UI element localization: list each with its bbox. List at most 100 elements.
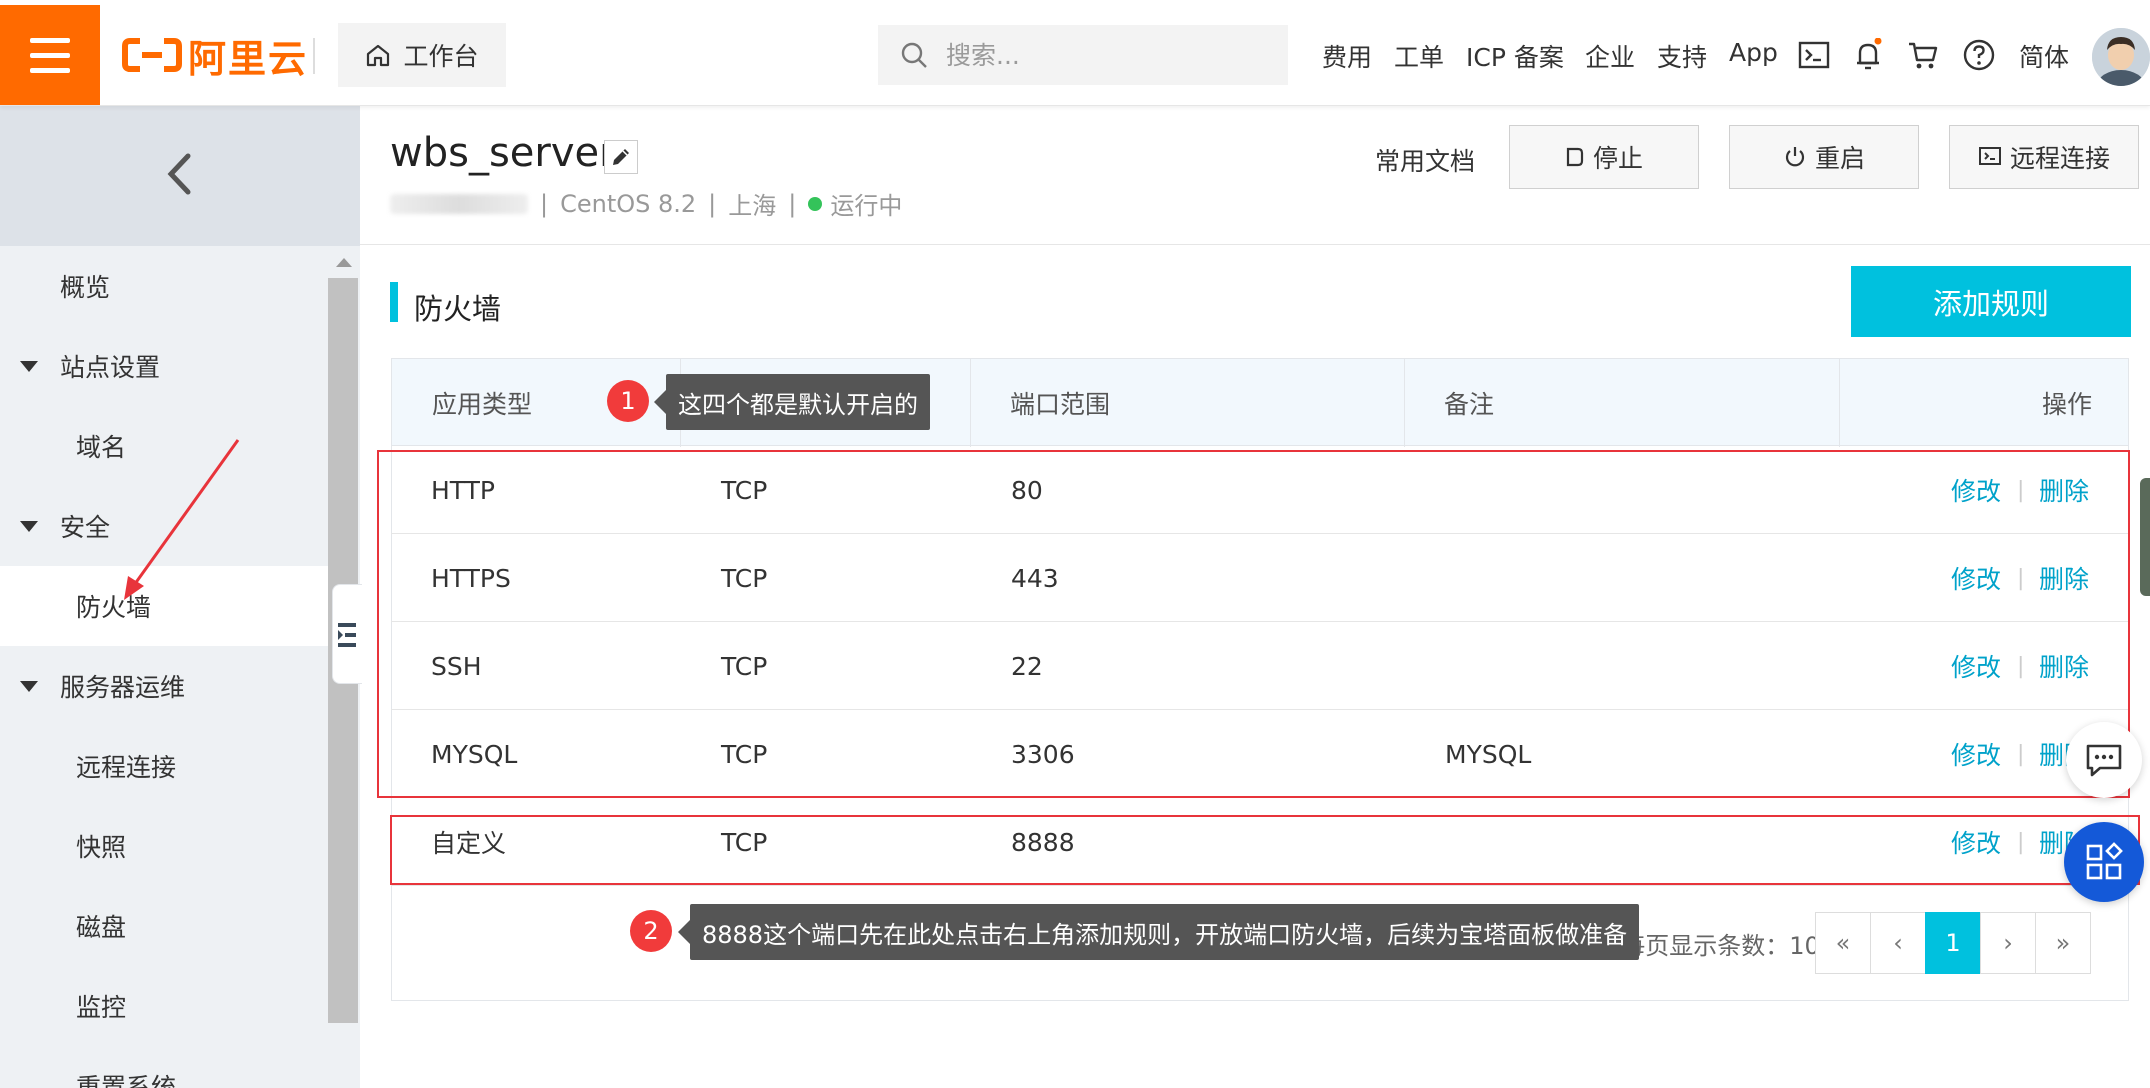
side-panel-handle[interactable] (2140, 478, 2150, 596)
workbench-label: 工作台 (403, 42, 479, 71)
first-page-button[interactable]: « (1815, 912, 1871, 974)
stop-button[interactable]: 停止 (1509, 125, 1699, 189)
sidebar-item-snapshot[interactable]: 快照 (0, 806, 328, 886)
edit-link[interactable]: 修改 (1951, 534, 2001, 622)
aliyun-logo-mark-icon (122, 37, 182, 73)
section-title: 防火墙 (414, 292, 502, 326)
annotation-badge: 2 (630, 910, 672, 952)
nav-link-icp[interactable]: ICP 备案 (1466, 38, 1564, 74)
action-separator: | (2017, 565, 2025, 591)
restart-button[interactable]: 重启 (1729, 125, 1919, 189)
nav-link-support[interactable]: 支持 (1657, 38, 1707, 74)
back-chevron-icon[interactable] (166, 152, 192, 196)
sidebar-collapse-toggle[interactable] (332, 584, 362, 684)
redacted-ip (390, 193, 528, 214)
stop-icon (1566, 147, 1584, 167)
server-meta: | CentOS 8.2 | 上海 | 运行中 (390, 186, 902, 221)
sidebar-item-remote-connect[interactable]: 远程连接 (0, 726, 328, 806)
sidebar-item-disk[interactable]: 磁盘 (0, 886, 328, 966)
cell-app-type: MYSQL (431, 739, 518, 769)
notification-bell-icon[interactable] (1851, 38, 1885, 72)
action-separator: | (2017, 829, 2025, 855)
status-dot-icon (808, 196, 823, 211)
remote-screen-icon (1978, 147, 2001, 165)
search-box[interactable] (878, 25, 1288, 85)
prev-page-button[interactable]: ‹ (1870, 912, 1926, 974)
cart-icon[interactable] (1906, 38, 1940, 72)
edit-link[interactable]: 修改 (1951, 798, 2001, 886)
sidebar-item-site-settings[interactable]: 站点设置 (0, 326, 328, 406)
apps-button[interactable] (2064, 822, 2144, 902)
edit-link[interactable]: 修改 (1951, 446, 2001, 534)
edit-link[interactable]: 修改 (1951, 710, 2001, 798)
cell-protocol: TCP (721, 563, 768, 593)
sidebar-header (0, 106, 360, 246)
delete-link[interactable]: 删除 (2039, 622, 2089, 710)
sidebar-item-server-ops[interactable]: 服务器运维 (0, 646, 328, 726)
delete-link[interactable]: 删除 (2039, 446, 2089, 534)
nav-link-enterprise[interactable]: 企业 (1585, 38, 1635, 74)
cell-port-range: 8888 (1011, 827, 1075, 857)
annotation-arrow-icon (124, 439, 240, 600)
hamburger-menu-icon[interactable] (0, 5, 100, 105)
action-separator: | (2017, 477, 2025, 503)
sidebar-item-label: 安全 (60, 513, 111, 542)
cell-protocol: TCP (721, 475, 768, 505)
table-row: HTTPS TCP 443 修改 | 删除 (391, 534, 2129, 622)
workbench-button[interactable]: 工作台 (338, 23, 506, 87)
edit-name-button[interactable] (604, 140, 638, 174)
last-page-button[interactable]: » (2035, 912, 2091, 974)
sidebar-item-label: 远程连接 (76, 753, 177, 782)
section-accent-bar (390, 282, 398, 322)
divider (360, 244, 2150, 245)
meta-separator: | (708, 189, 717, 218)
add-rule-button[interactable]: 添加规则 (1851, 266, 2131, 337)
sidebar-item-label: 快照 (76, 833, 127, 862)
server-name: wbs_server (390, 130, 616, 176)
apps-grid-icon (2086, 842, 2123, 880)
annotation-badge: 1 (607, 380, 649, 422)
help-icon[interactable] (1962, 38, 1996, 72)
docs-link[interactable]: 常用文档 (1375, 142, 1475, 178)
sidebar-item-reset-system[interactable]: 重置系统 (0, 1046, 328, 1088)
edit-link[interactable]: 修改 (1951, 622, 2001, 710)
meta-separator: | (788, 189, 797, 218)
delete-link[interactable]: 删除 (2039, 534, 2089, 622)
nav-link-tickets[interactable]: 工单 (1394, 38, 1444, 74)
sidebar-item-monitor[interactable]: 监控 (0, 966, 328, 1046)
server-os: CentOS 8.2 (560, 189, 697, 218)
terminal-icon[interactable] (1797, 38, 1831, 72)
cell-app-type: 自定义 (431, 829, 507, 858)
cell-port-range: 80 (1011, 475, 1043, 505)
table-row: SSH TCP 22 修改 | 删除 (391, 622, 2129, 710)
cell-protocol: TCP (721, 827, 768, 857)
power-icon (1785, 147, 1805, 167)
server-status: 运行中 (830, 192, 903, 220)
nav-link-billing[interactable]: 费用 (1322, 38, 1372, 74)
scroll-up-arrow-icon[interactable] (336, 258, 352, 267)
chat-bubble-icon (2086, 744, 2122, 777)
user-avatar[interactable] (2092, 28, 2150, 86)
nav-link-app[interactable]: App (1729, 38, 1778, 67)
annotation-tooltip: 8888这个端口先在此处点击右上角添加规则，开放端口防火墙，后续为宝塔面板做准备 (677, 904, 1640, 960)
logo-text: 阿里云 (188, 36, 309, 81)
table-row: 自定义 TCP 8888 修改 | 删除 (391, 798, 2129, 886)
search-input[interactable] (946, 40, 1246, 70)
annotation-tooltip: 这四个都是默认开启的 (654, 374, 930, 430)
action-separator: | (2017, 653, 2025, 679)
sidebar-item-label: 磁盘 (76, 913, 127, 942)
aliyun-logo[interactable]: 阿里云 (122, 30, 309, 81)
chat-button[interactable] (2066, 722, 2142, 798)
server-region: 上海 (728, 192, 777, 220)
remote-connect-button[interactable]: 远程连接 (1949, 125, 2139, 189)
next-page-button[interactable]: › (1980, 912, 2036, 974)
cell-app-type: SSH (431, 651, 482, 681)
page-1-button[interactable]: 1 (1925, 912, 1981, 974)
sidebar-item-overview[interactable]: 概览 (0, 246, 328, 326)
sidebar-item-label: 概览 (60, 273, 111, 302)
restart-label: 重启 (1814, 144, 1865, 173)
column-header-app-type: 应用类型 (432, 390, 533, 419)
language-switch[interactable]: 简体 (2019, 38, 2069, 74)
sidebar-nav: 概览 站点设置 域名 安全 防火墙 服务器运维 远程连接 快照 磁盘 监控 重置… (0, 246, 328, 1088)
cell-port-range: 443 (1011, 563, 1059, 593)
